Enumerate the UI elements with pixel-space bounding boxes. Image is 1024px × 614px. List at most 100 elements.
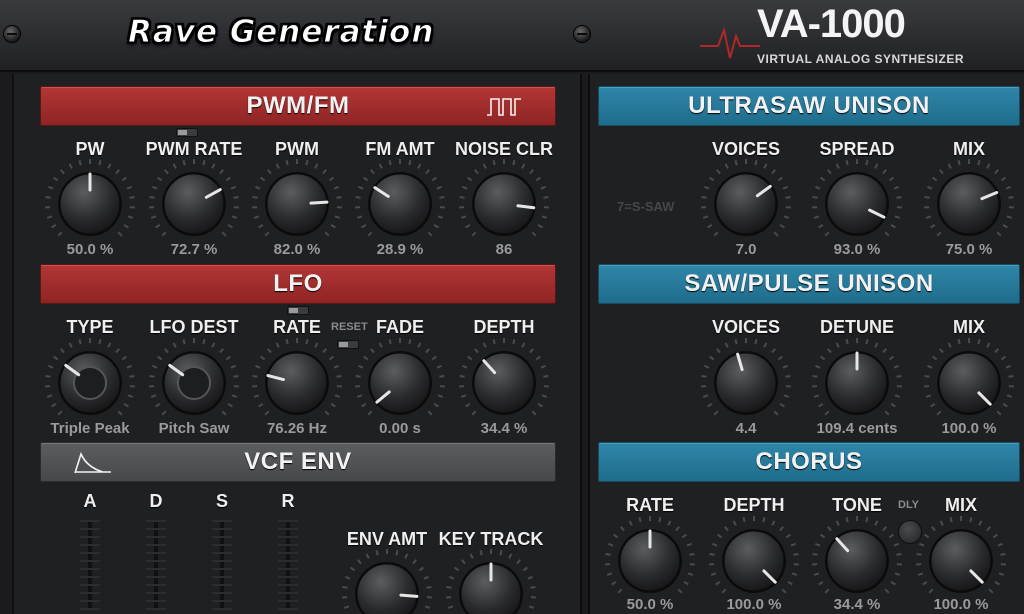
knob-ultrasaw-voices[interactable]: [696, 154, 796, 254]
knob-noise-clr[interactable]: [454, 154, 554, 254]
knob-value-lfo-depth: 34.4 %: [480, 420, 528, 437]
knob-ultrasaw-spread[interactable]: [807, 154, 907, 254]
ultrasaw-mode-hint: 7=S-SAW: [617, 199, 675, 214]
slider-tick: [80, 608, 100, 610]
knob-sawpulse-mix[interactable]: [919, 333, 1019, 433]
brand-subtitle: VIRTUAL ANALOG SYNTHESIZER: [757, 52, 965, 66]
knob-pwm[interactable]: [247, 154, 347, 254]
knob-fm-amt[interactable]: [350, 154, 450, 254]
section-title: PWM/FM: [246, 92, 350, 119]
knob-pwm-rate[interactable]: [144, 154, 244, 254]
slider-sustain[interactable]: [212, 520, 232, 610]
envelope-shape-icon: [74, 451, 111, 474]
slider-tick: [212, 608, 232, 610]
slider-tick: [80, 584, 100, 586]
knob-lfo-rate[interactable]: [247, 333, 347, 433]
slider-tick: [80, 600, 100, 602]
slider-tick: [278, 600, 298, 602]
section-title: LFO: [273, 270, 323, 297]
knob-value-sp-mix: 100.0 %: [941, 420, 997, 437]
slider-tick: [278, 592, 298, 594]
section-title: SAW/PULSE UNISON: [684, 270, 934, 297]
screw-icon: [574, 26, 590, 42]
section-saw-pulse-header: SAW/PULSE UNISON: [598, 264, 1020, 304]
section-title: VCF ENV: [244, 448, 352, 475]
slider-rail: [220, 520, 224, 610]
knob-key-track[interactable]: [441, 544, 541, 614]
knob-sawpulse-detune[interactable]: [807, 333, 907, 433]
slider-tick: [80, 552, 100, 554]
knob-value-noise-clr: 86: [495, 241, 513, 258]
knob-lfo-fade[interactable]: [350, 333, 450, 433]
slider-tick: [212, 552, 232, 554]
brand-logo-va1000: VA-1000: [757, 2, 906, 46]
slider-tick: [212, 584, 232, 586]
slider-tick: [212, 600, 232, 602]
knob-value-detune: 109.4 cents: [816, 420, 898, 437]
slider-tick: [278, 552, 298, 554]
section-title: CHORUS: [755, 448, 863, 475]
header-bar: Rave Generation VA-1000 VIRTUAL ANALOG S…: [0, 0, 1024, 72]
slider-tick: [80, 544, 100, 546]
section-title: ULTRASAW UNISON: [688, 92, 930, 119]
slider-tick: [146, 608, 166, 610]
slider-tick: [80, 592, 100, 594]
slider-tick: [212, 544, 232, 546]
slider-attack[interactable]: [80, 520, 100, 610]
section-ultrasaw-header: ULTRASAW UNISON: [598, 86, 1020, 126]
knob-value-us-mix: 75.0 %: [945, 241, 993, 258]
slider-tick: [146, 544, 166, 546]
knob-lfo-depth[interactable]: [454, 333, 554, 433]
slider-tick: [278, 584, 298, 586]
slider-release[interactable]: [278, 520, 298, 610]
slider-tick: [80, 536, 100, 538]
slider-tick: [146, 528, 166, 530]
slider-tick: [212, 592, 232, 594]
knob-lfo-dest[interactable]: [144, 333, 244, 433]
knob-pw[interactable]: [40, 154, 140, 254]
section-vcf-env-header: VCF ENV: [40, 442, 556, 482]
knob-env-amt[interactable]: [337, 544, 437, 614]
slider-tick: [146, 600, 166, 602]
slider-tick: [212, 528, 232, 530]
slider-tick: [146, 560, 166, 562]
slider-tick: [146, 592, 166, 594]
slider-tick: [278, 544, 298, 546]
slider-tick: [146, 568, 166, 570]
pwm-rate-sync-toggle[interactable]: [176, 128, 198, 137]
slider-tick: [278, 528, 298, 530]
knob-sawpulse-voices[interactable]: [696, 333, 796, 433]
slider-tick: [278, 576, 298, 578]
slider-tick: [212, 568, 232, 570]
waveform-logo-icon: [700, 26, 760, 59]
brand-logo-rave-generation: Rave Generation: [128, 14, 435, 51]
slider-tick: [278, 568, 298, 570]
lfo-rate-sync-toggle[interactable]: [287, 306, 309, 315]
slider-tick: [212, 520, 232, 522]
slider-rail: [154, 520, 158, 610]
knob-lfo-type[interactable]: [40, 333, 140, 433]
slider-decay[interactable]: [146, 520, 166, 610]
slider-tick: [278, 520, 298, 522]
slider-rail: [88, 520, 92, 610]
section-lfo-header: LFO: [40, 264, 556, 304]
pulse-wave-icon: [487, 98, 521, 116]
knob-ultrasaw-mix[interactable]: [919, 154, 1019, 254]
slider-tick: [278, 560, 298, 562]
slider-tick: [146, 552, 166, 554]
slider-tick: [80, 568, 100, 570]
slider-tick: [146, 520, 166, 522]
slider-tick: [278, 536, 298, 538]
slider-tick: [146, 576, 166, 578]
knob-value-chorus-mix: 100.0 %: [933, 596, 989, 613]
slider-tick: [278, 608, 298, 610]
slider-tick: [80, 560, 100, 562]
section-chorus-header: CHORUS: [598, 442, 1020, 482]
slider-label-r: R: [281, 491, 295, 511]
slider-tick: [146, 584, 166, 586]
slider-tick: [212, 576, 232, 578]
slider-tick: [212, 536, 232, 538]
slider-tick: [80, 520, 100, 522]
knob-value-spread: 93.0 %: [833, 241, 881, 258]
screw-icon: [4, 26, 20, 42]
